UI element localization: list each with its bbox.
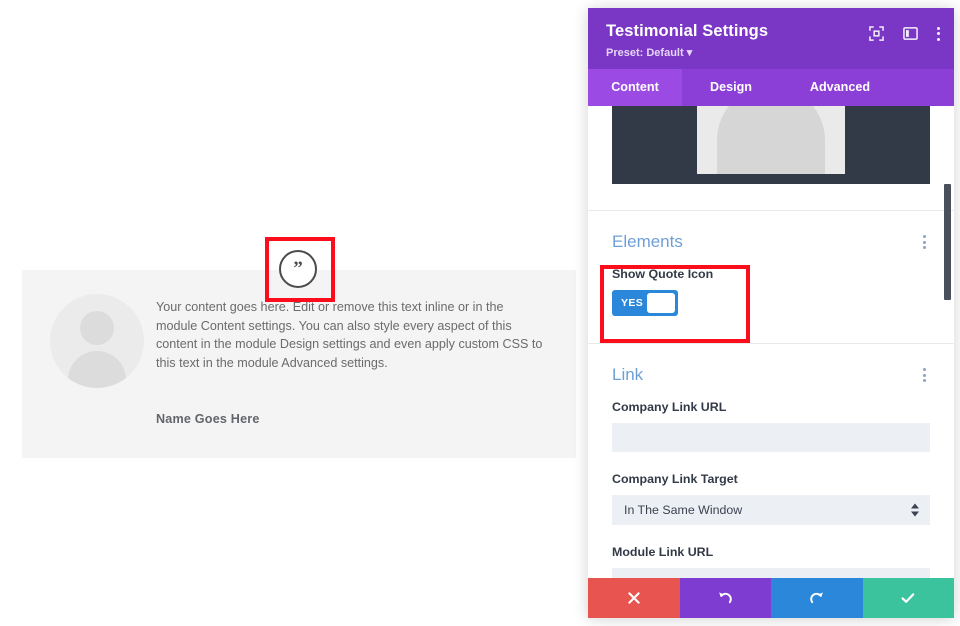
svg-text:”: ” xyxy=(293,259,303,279)
testimonial-quote-text[interactable]: Your content goes here. Edit or remove t… xyxy=(156,298,548,372)
preset-label: Preset: Default xyxy=(606,47,684,59)
checkmark-icon xyxy=(900,590,916,606)
show-quote-icon-toggle[interactable]: YES xyxy=(612,290,678,316)
field-label-show-quote-icon: Show Quote Icon xyxy=(612,267,930,281)
focus-target-icon[interactable] xyxy=(869,26,884,41)
person-avatar-placeholder-icon xyxy=(50,294,144,388)
kebab-menu-icon[interactable] xyxy=(919,364,930,386)
section-title-elements: Elements xyxy=(612,232,683,252)
divi-builder-screen: Your content goes here. Edit or remove t… xyxy=(0,0,960,626)
field-label-module-link-url: Module Link URL xyxy=(612,545,930,559)
testimonial-module[interactable]: Your content goes here. Edit or remove t… xyxy=(22,270,576,458)
field-label-company-link-url: Company Link URL xyxy=(612,400,930,414)
field-company-link-url: Company Link URL xyxy=(588,386,954,452)
section-elements-header: Elements xyxy=(588,211,954,253)
panel-tabs: Content Design Advanced xyxy=(588,69,954,106)
select-stepper-arrows-icon xyxy=(911,504,919,517)
toggle-knob xyxy=(647,293,675,313)
redo-button[interactable] xyxy=(771,578,863,618)
field-label-company-link-target: Company Link Target xyxy=(612,472,930,486)
chevron-down-icon: ▾ xyxy=(687,47,693,59)
company-link-url-input[interactable] xyxy=(612,423,930,452)
panel-header: Testimonial Settings Preset: Default ▾ xyxy=(588,8,954,69)
panel-action-bar xyxy=(588,578,954,618)
select-value: In The Same Window xyxy=(624,503,742,517)
close-x-icon xyxy=(627,591,641,605)
image-preview-thumbnail[interactable] xyxy=(612,106,930,184)
panel-body: Elements Show Quote Icon YES Link xyxy=(588,106,954,578)
redo-arrow-icon xyxy=(809,590,825,606)
panel-scrollbar[interactable] xyxy=(944,184,951,300)
field-module-link-url: Module Link URL xyxy=(588,525,954,578)
preset-selector[interactable]: Preset: Default ▾ xyxy=(606,46,936,59)
panel-layout-icon[interactable] xyxy=(903,26,918,41)
undo-arrow-icon xyxy=(717,590,733,606)
cancel-button[interactable] xyxy=(588,578,680,618)
module-settings-panel: Testimonial Settings Preset: Default ▾ xyxy=(588,8,954,618)
toggle-value-label: YES xyxy=(615,297,647,309)
save-button[interactable] xyxy=(863,578,955,618)
tab-design[interactable]: Design xyxy=(682,69,780,106)
page-canvas: Your content goes here. Edit or remove t… xyxy=(0,0,588,626)
quote-mark-icon: ” xyxy=(279,250,317,288)
module-link-url-input[interactable] xyxy=(612,568,930,578)
tab-advanced[interactable]: Advanced xyxy=(780,69,900,106)
kebab-menu-icon[interactable] xyxy=(919,231,930,253)
testimonial-author-name[interactable]: Name Goes Here xyxy=(156,412,260,426)
field-company-link-target: Company Link Target In The Same Window xyxy=(588,452,954,525)
tab-content[interactable]: Content xyxy=(588,69,682,106)
panel-header-icons xyxy=(869,26,940,41)
kebab-menu-icon[interactable] xyxy=(937,27,940,41)
section-title-link: Link xyxy=(612,365,643,385)
field-show-quote-icon: Show Quote Icon YES xyxy=(588,253,954,316)
company-link-target-select[interactable]: In The Same Window xyxy=(612,495,930,525)
section-link-header: Link xyxy=(588,344,954,386)
undo-button[interactable] xyxy=(680,578,772,618)
